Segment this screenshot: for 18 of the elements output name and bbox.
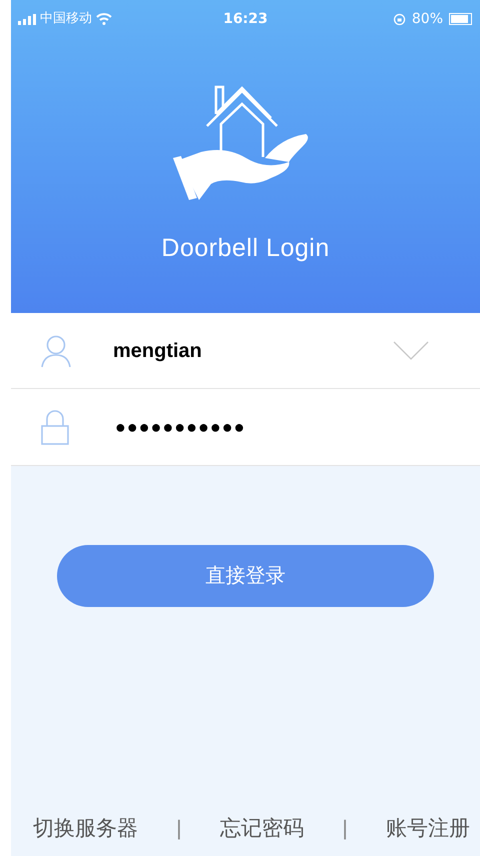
user-icon	[39, 334, 73, 368]
lock-icon	[41, 409, 69, 445]
clock-time: 16:23	[223, 10, 268, 28]
password-field[interactable]: ●●●●●●●●●●●	[115, 414, 415, 440]
separator: |	[176, 816, 182, 842]
rotation-lock-icon	[392, 12, 406, 26]
signal-icon	[18, 14, 36, 24]
wifi-icon	[96, 13, 112, 25]
battery-icon	[449, 13, 473, 25]
footer-link[interactable]: 切换服务器	[33, 812, 138, 844]
dropdown-chevron-icon[interactable]	[393, 340, 429, 360]
footer-link[interactable]: 账号注册	[386, 812, 470, 844]
username-field[interactable]: mengtian	[113, 336, 393, 366]
separator: |	[342, 816, 348, 842]
carrier-name: 中国移动	[40, 10, 92, 28]
app-title: Doorbell Login	[161, 233, 330, 264]
battery-percent: 80%	[412, 10, 443, 28]
footer-link[interactable]: 忘记密码	[220, 812, 304, 844]
